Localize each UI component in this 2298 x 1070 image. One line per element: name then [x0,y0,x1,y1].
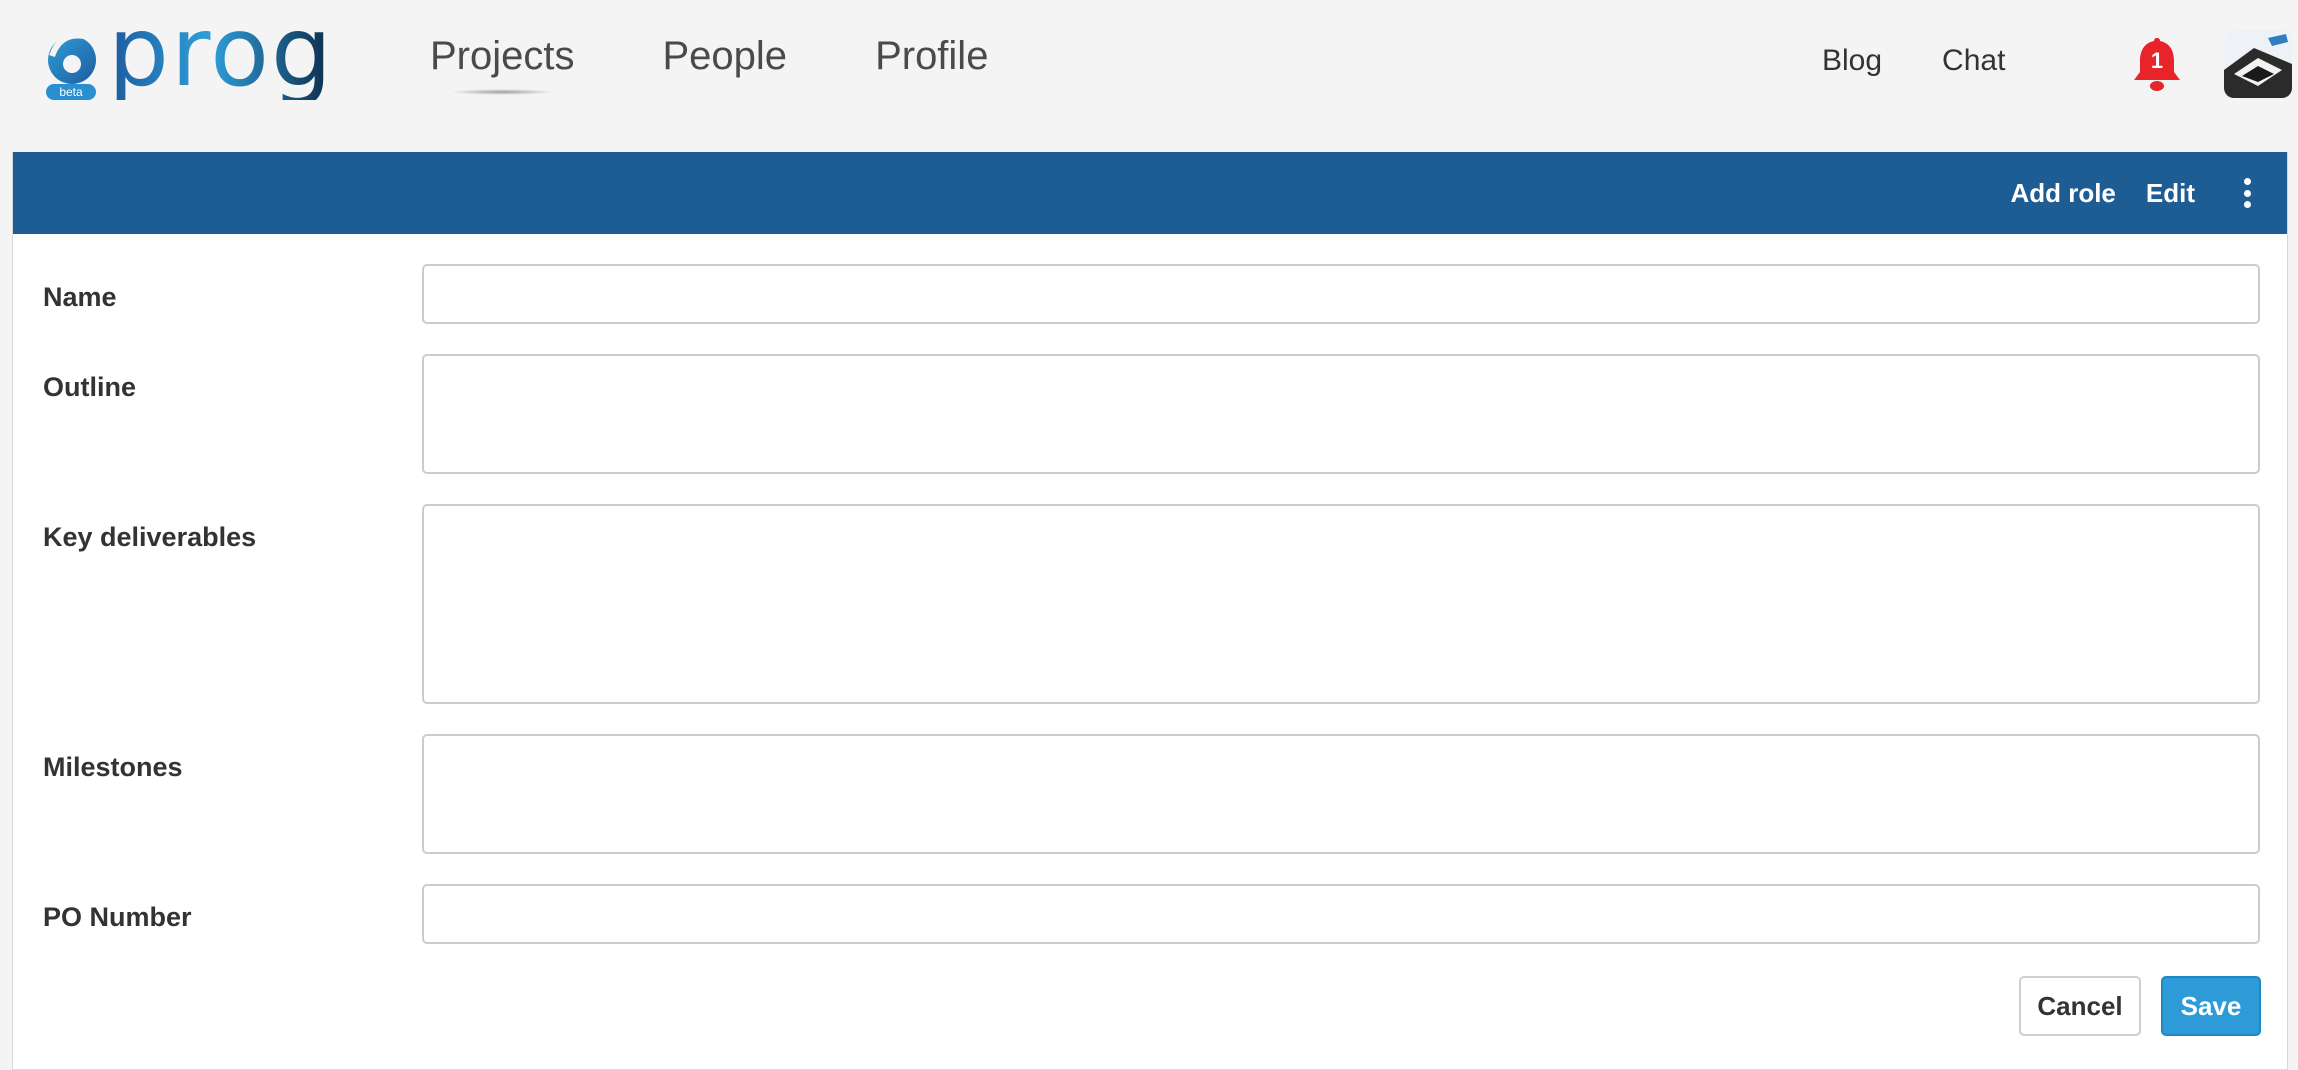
main-nav: Projects People Profile [430,30,1076,95]
blog-link[interactable]: Blog [1822,44,1882,78]
avatar-image [2224,30,2292,98]
nav-profile[interactable]: Profile [875,30,988,79]
nav-projects[interactable]: Projects [430,30,575,95]
milestones-textarea[interactable] [422,734,2260,854]
edit-button[interactable]: Edit [2146,178,2195,209]
po-number-input[interactable] [422,884,2260,944]
key-deliverables-textarea[interactable] [422,504,2260,704]
name-label: Name [43,282,117,312]
app-logo[interactable]: prog beta [38,4,332,102]
nav-people[interactable]: People [663,30,788,79]
save-button[interactable]: Save [2161,976,2261,1036]
top-navbar: prog beta Projects People Profile Blog C… [0,0,2298,152]
cancel-button[interactable]: Cancel [2019,976,2141,1036]
beta-badge: beta [46,84,96,100]
name-input[interactable] [422,264,2260,324]
notifications-button[interactable]: 1 [2128,34,2186,94]
logo-wordmark: prog [108,0,334,108]
po-number-label: PO Number [43,902,192,932]
panel-header: Add role Edit [13,152,2287,234]
outline-textarea[interactable] [422,354,2260,474]
avatar[interactable] [2224,30,2292,98]
role-form-panel: Add role Edit Name Outline Key deliverab… [12,152,2288,1070]
chat-link[interactable]: Chat [1942,44,2005,78]
outline-label: Outline [43,372,136,402]
milestones-label: Milestones [43,752,183,782]
more-options-icon[interactable] [2237,178,2257,208]
utility-nav: Blog Chat [1822,44,2005,78]
key-deliverables-label: Key deliverables [43,522,257,552]
add-role-button[interactable]: Add role [2010,178,2115,209]
notification-count: 1 [2150,48,2164,73]
